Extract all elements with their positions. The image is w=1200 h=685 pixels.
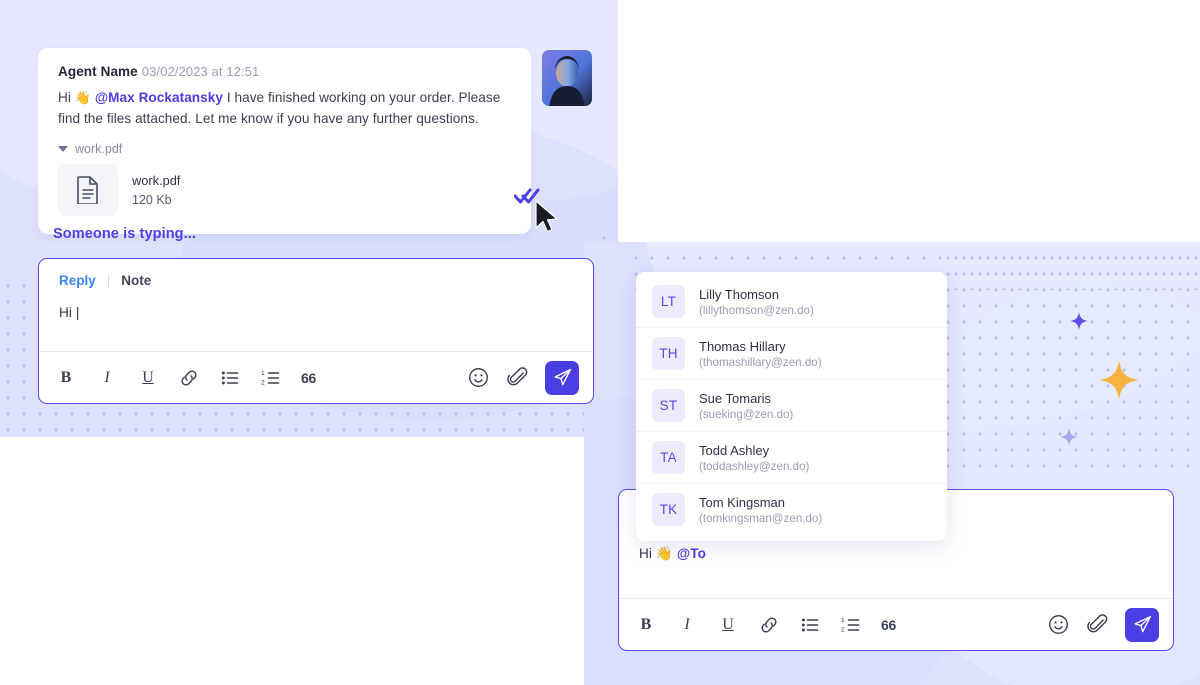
paperclip-icon	[1086, 614, 1107, 633]
avatar: TH	[652, 337, 685, 370]
wave-emoji: 👋	[74, 90, 92, 105]
attachment-row[interactable]: work.pdf 120 Kb	[58, 164, 511, 217]
typing-indicator: Someone is typing...	[53, 226, 196, 242]
attachment-filename: work.pdf	[132, 173, 181, 189]
link-icon	[761, 616, 777, 633]
list-item[interactable]: ST Sue Tomaris (sueking@zen.do)	[636, 379, 947, 431]
italic-button[interactable]: I	[676, 614, 698, 636]
numbered-list-button[interactable]: 1 2	[260, 367, 282, 389]
list-item[interactable]: TA Todd Ashley (toddashley@zen.do)	[636, 431, 947, 483]
link-icon	[181, 369, 197, 386]
underline-button[interactable]: U	[717, 614, 739, 636]
mention-email: (sueking@zen.do)	[699, 407, 794, 421]
avatar: TK	[652, 493, 685, 526]
numbered-list-icon: 1 2	[841, 617, 860, 633]
mention-name: Todd Ashley	[699, 442, 770, 458]
message-mention[interactable]: @Max Rockatansky	[95, 90, 223, 105]
bullet-list-button[interactable]	[219, 367, 241, 389]
numbered-list-button[interactable]: 1 2	[840, 614, 862, 636]
agent-avatar-image	[542, 50, 592, 106]
send-button[interactable]	[1125, 607, 1159, 642]
tab-note[interactable]: Note	[121, 273, 151, 288]
svg-text:2: 2	[841, 626, 845, 633]
attachment-toggle-label: work.pdf	[75, 142, 123, 157]
paperclip-icon	[506, 367, 527, 386]
send-icon	[1134, 615, 1151, 633]
star-lilac-small-icon	[1060, 428, 1078, 446]
emoji-button[interactable]	[1047, 614, 1069, 636]
attachment-meta: work.pdf 120 Kb	[132, 173, 180, 207]
tab-reply[interactable]: Reply	[59, 273, 96, 288]
bold-button[interactable]: B	[55, 367, 77, 389]
bullet-list-button[interactable]	[799, 614, 821, 636]
editor-content: Hi	[639, 546, 656, 561]
tab-separator: |	[106, 273, 111, 288]
mention-email: (lillythomson@zen.do)	[699, 303, 814, 317]
link-button[interactable]	[178, 367, 200, 389]
send-icon	[554, 368, 571, 386]
emoji-icon	[468, 368, 488, 387]
svg-text:1: 1	[261, 370, 265, 377]
attachment-thumbnail	[58, 164, 118, 217]
editor-toolbar-right: B I U 1 2 66	[619, 598, 1173, 650]
message-input-left[interactable]: Hi |	[39, 288, 593, 320]
message-timestamp: 03/02/2023 at 12:51	[141, 64, 260, 79]
avatar: TA	[652, 441, 685, 474]
wave-emoji: 👋	[655, 546, 673, 561]
send-button[interactable]	[545, 360, 579, 395]
italic-button[interactable]: I	[96, 367, 118, 389]
editor-tabs: Reply | Note	[39, 259, 593, 288]
message-card: Agent Name 03/02/2023 at 12:51 Hi 👋 @Max …	[38, 48, 531, 235]
mention-email: (tomkingsman@zen.do)	[699, 511, 823, 525]
list-item[interactable]: TK Tom Kingsman (tomkingsman@zen.do)	[636, 483, 947, 535]
editor-content: Hi	[59, 305, 76, 320]
message-header: Agent Name 03/02/2023 at 12:51	[58, 64, 511, 79]
emoji-button[interactable]	[467, 367, 489, 389]
quote-button[interactable]: 66	[301, 367, 316, 389]
reply-editor-left: Reply | Note Hi | B I U 1 2 66	[38, 258, 594, 404]
list-item[interactable]: TH Thomas Hillary (thomashillary@zen.do)	[636, 327, 947, 379]
text-caret: |	[75, 305, 80, 320]
list-item[interactable]: LT Lilly Thomson (lillythomson@zen.do)	[636, 276, 947, 327]
mention-dropdown: LT Lilly Thomson (lillythomson@zen.do) T…	[636, 272, 947, 541]
mention-email: (thomashillary@zen.do)	[699, 355, 822, 369]
bullet-list-icon	[801, 618, 819, 631]
bullet-list-icon	[221, 371, 239, 384]
emoji-icon	[1048, 615, 1068, 634]
svg-text:1: 1	[841, 617, 845, 624]
avatar: ST	[652, 389, 685, 422]
chevron-down-icon	[58, 146, 68, 153]
avatar	[542, 50, 592, 106]
svg-text:2: 2	[261, 379, 265, 386]
mention-name: Lilly Thomson	[699, 286, 779, 302]
mouse-pointer-icon	[535, 200, 558, 233]
mention-name: Sue Tomaris	[699, 390, 772, 406]
attach-button[interactable]	[506, 367, 528, 389]
mention-email: (toddashley@zen.do)	[699, 459, 810, 473]
star-orange-large-icon	[1099, 360, 1139, 400]
mention-name: Tom Kingsman	[699, 494, 785, 510]
mention-typed: @To	[676, 546, 706, 561]
document-icon	[77, 176, 98, 205]
underline-button[interactable]: U	[137, 367, 159, 389]
star-purple-small-icon	[1070, 312, 1088, 330]
editor-toolbar-left: B I U 1 2 66	[39, 351, 593, 403]
link-button[interactable]	[758, 614, 780, 636]
attachment-toggle[interactable]: work.pdf	[58, 142, 511, 156]
message-body: Hi 👋 @Max Rockatansky I have finished wo…	[58, 88, 511, 129]
attach-button[interactable]	[1086, 614, 1108, 636]
bold-button[interactable]: B	[635, 614, 657, 636]
avatar: LT	[652, 285, 685, 318]
numbered-list-icon: 1 2	[261, 370, 280, 386]
quote-button[interactable]: 66	[881, 614, 896, 636]
message-text-before: Hi	[58, 90, 75, 105]
mention-name: Thomas Hillary	[699, 338, 786, 354]
message-author: Agent Name	[58, 64, 138, 79]
attachment-filesize: 120 Kb	[132, 193, 172, 208]
